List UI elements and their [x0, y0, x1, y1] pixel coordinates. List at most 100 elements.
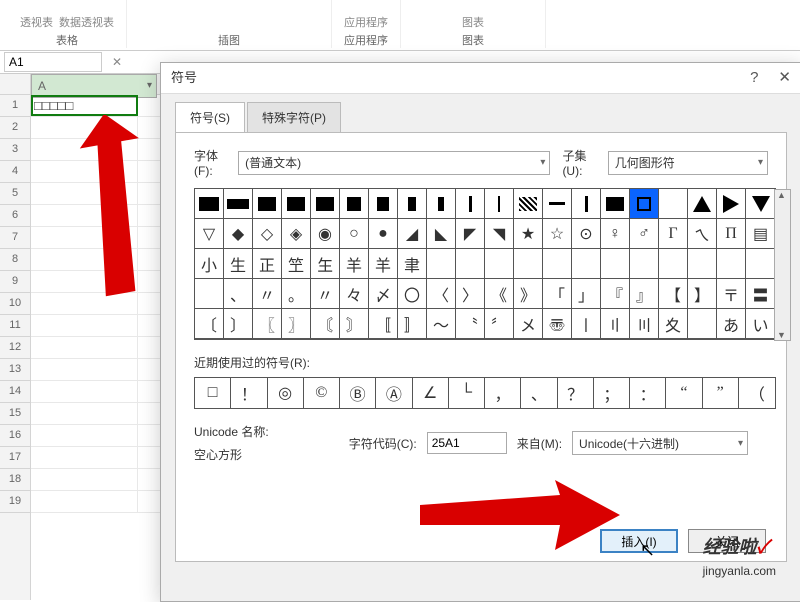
symbol-cell[interactable]: ◤	[456, 219, 485, 249]
ribbon-item-data-pivot[interactable]: 数据透视表	[59, 14, 114, 30]
symbol-cell[interactable]	[601, 189, 630, 219]
row-header[interactable]: 14	[0, 381, 30, 403]
charcode-input[interactable]	[427, 432, 507, 454]
recent-symbols[interactable]: □！◎©ⒷⒶ∠└，、？；：“”（	[194, 377, 776, 409]
recent-symbol[interactable]: ！	[231, 378, 267, 408]
row-header[interactable]: 4	[0, 161, 30, 183]
cell[interactable]	[31, 161, 138, 182]
symbol-cell[interactable]: ◣	[427, 219, 456, 249]
recent-symbol[interactable]: ：	[630, 378, 666, 408]
cell[interactable]	[31, 425, 138, 446]
recent-symbol[interactable]: 、	[521, 378, 557, 408]
symbol-cell[interactable]	[572, 249, 601, 279]
symbol-cell[interactable]: 羊	[340, 249, 369, 279]
symbol-cell[interactable]	[427, 249, 456, 279]
symbol-cell[interactable]: ◆	[224, 219, 253, 249]
row-header[interactable]: 5	[0, 183, 30, 205]
symbol-cell[interactable]: 〙	[340, 309, 369, 339]
symbol-cell[interactable]: い	[746, 309, 775, 339]
recent-symbol[interactable]: ？	[558, 378, 594, 408]
symbol-cell[interactable]: 〖	[253, 309, 282, 339]
row-header[interactable]: 6	[0, 205, 30, 227]
recent-symbol[interactable]: ；	[594, 378, 630, 408]
symbol-cell[interactable]	[514, 249, 543, 279]
recent-symbol[interactable]: Ⓐ	[376, 378, 412, 408]
symbol-cell[interactable]	[717, 249, 746, 279]
symbol-cell[interactable]: 聿	[398, 249, 427, 279]
row-header[interactable]: 1	[0, 95, 30, 117]
symbol-cell[interactable]: 小	[195, 249, 224, 279]
close-icon[interactable]: ✕	[778, 63, 791, 93]
symbol-cell[interactable]: 羊	[369, 249, 398, 279]
symbol-cell[interactable]: 〞	[485, 309, 514, 339]
insert-button[interactable]: 插入(I)	[600, 529, 678, 553]
symbol-cell[interactable]	[543, 249, 572, 279]
from-select[interactable]: Unicode(十六进制)	[572, 431, 748, 455]
recent-symbol[interactable]: Ⓑ	[340, 378, 376, 408]
symbol-cell[interactable]: 〈	[427, 279, 456, 309]
tab-symbols[interactable]: 符号(S)	[175, 102, 245, 132]
cell[interactable]	[31, 227, 138, 248]
symbol-cell[interactable]: 々	[340, 279, 369, 309]
symbol-cell[interactable]: ☆	[543, 219, 572, 249]
cell[interactable]	[31, 183, 138, 204]
font-select[interactable]: (普通文本)	[238, 151, 550, 175]
cell[interactable]: □□□□□	[31, 95, 138, 116]
cell[interactable]	[31, 117, 138, 138]
symbol-cell[interactable]: 』	[630, 279, 659, 309]
cell[interactable]	[31, 359, 138, 380]
cell[interactable]	[31, 469, 138, 490]
row-header[interactable]: 2	[0, 117, 30, 139]
row-header[interactable]: 15	[0, 403, 30, 425]
recent-symbol[interactable]: ，	[485, 378, 521, 408]
symbol-cell[interactable]	[456, 189, 485, 219]
symbol-cell[interactable]: 】	[688, 279, 717, 309]
symbol-cell[interactable]	[195, 189, 224, 219]
symbol-cell[interactable]: 生	[224, 249, 253, 279]
recent-symbol[interactable]: ©	[304, 378, 340, 408]
cell[interactable]	[31, 205, 138, 226]
symbol-cell[interactable]: ○	[340, 219, 369, 249]
cancel-icon[interactable]: ✕	[112, 55, 122, 69]
symbol-cell[interactable]: ●	[369, 219, 398, 249]
symbol-cell[interactable]: 〉	[456, 279, 485, 309]
row-header[interactable]: 19	[0, 491, 30, 513]
row-header[interactable]: 8	[0, 249, 30, 271]
recent-symbol[interactable]: ◎	[268, 378, 304, 408]
row-header[interactable]: 12	[0, 337, 30, 359]
symbol-cell[interactable]: 《	[485, 279, 514, 309]
symbol-cell[interactable]	[688, 309, 717, 339]
help-icon[interactable]: ?	[750, 63, 758, 93]
symbol-cell[interactable]: 夊	[659, 309, 688, 339]
symbol-cell[interactable]	[485, 249, 514, 279]
symbol-cell[interactable]	[340, 189, 369, 219]
cell[interactable]	[31, 447, 138, 468]
symbol-cell[interactable]	[630, 189, 659, 219]
symbol-cell[interactable]: 〜	[427, 309, 456, 339]
symbol-cell[interactable]: 〃	[253, 279, 282, 309]
symbol-cell[interactable]: 〛	[398, 309, 427, 339]
symbol-cell[interactable]: 〇	[398, 279, 427, 309]
row-header[interactable]: 10	[0, 293, 30, 315]
grid-scrollbar[interactable]	[774, 189, 791, 341]
symbol-cell[interactable]	[746, 189, 775, 219]
symbol-cell[interactable]: 笁	[282, 249, 311, 279]
symbol-cell[interactable]	[485, 189, 514, 219]
cell[interactable]	[31, 337, 138, 358]
symbol-cell[interactable]: 〠	[543, 309, 572, 339]
symbol-cell[interactable]: 〃	[311, 279, 340, 309]
symbol-cell[interactable]: ㄟ	[688, 219, 717, 249]
recent-symbol[interactable]: “	[666, 378, 702, 408]
symbol-cell[interactable]: 〓	[746, 279, 775, 309]
symbol-cell[interactable]: 》	[514, 279, 543, 309]
symbol-cell[interactable]	[659, 249, 688, 279]
symbol-cell[interactable]: ▤	[746, 219, 775, 249]
symbol-cell[interactable]	[717, 189, 746, 219]
row-header[interactable]: 7	[0, 227, 30, 249]
symbol-cell[interactable]: ◈	[282, 219, 311, 249]
symbol-cell[interactable]: 〕	[224, 309, 253, 339]
symbol-cell[interactable]: 〝	[456, 309, 485, 339]
symbol-cell[interactable]: 【	[659, 279, 688, 309]
row-header[interactable]: 11	[0, 315, 30, 337]
symbol-cell[interactable]	[311, 189, 340, 219]
